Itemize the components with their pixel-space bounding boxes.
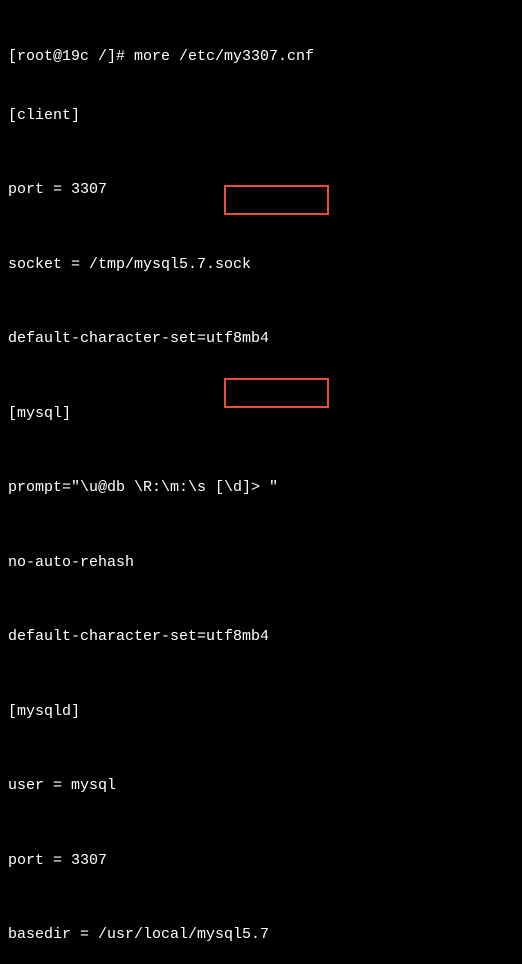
config-client-charset: default-character-set=utf8mb4 [8, 329, 514, 349]
config-client-port: port = 3307 [8, 180, 514, 200]
config-mysql-charset: default-character-set=utf8mb4 [8, 627, 514, 647]
config-client-socket: socket = /tmp/mysql5.7.sock [8, 255, 514, 275]
terminal-output: [root@19c /]# more /etc/my3307.cnf [clie… [8, 8, 514, 964]
config-client-section: [client] [8, 106, 514, 126]
config-mysqld-section: [mysqld] [8, 702, 514, 722]
config-mysqld-user: user = mysql [8, 776, 514, 796]
config-mysqld-port: port = 3307 [8, 851, 514, 871]
shell-prompt-line: [root@19c /]# more /etc/my3307.cnf [8, 47, 514, 67]
config-mysqld-basedir: basedir = /usr/local/mysql5.7 [8, 925, 514, 945]
config-mysql-section: [mysql] [8, 404, 514, 424]
config-mysql-norehash: no-auto-rehash [8, 553, 514, 573]
config-mysql-prompt: prompt="\u@db \R:\m:\s [\d]> " [8, 478, 514, 498]
